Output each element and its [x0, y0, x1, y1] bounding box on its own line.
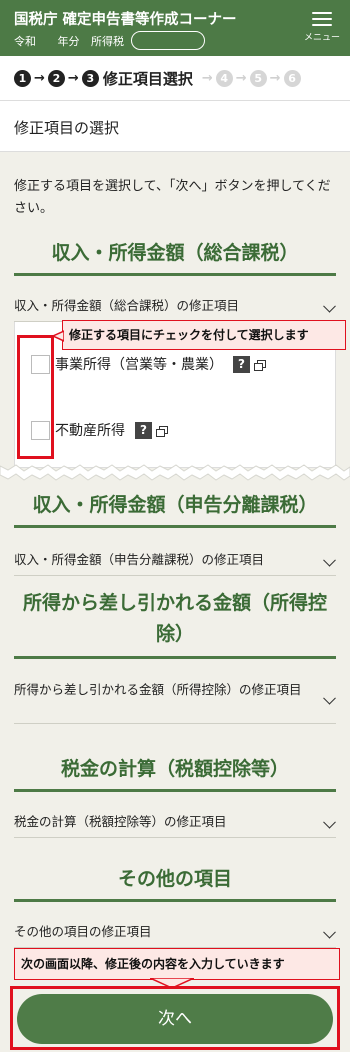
step-5: 5	[249, 69, 267, 87]
step-arrow: →	[34, 70, 45, 86]
accordion-tax-calculation[interactable]: 税金の計算（税額控除等）の修正項目	[14, 810, 336, 838]
step-6: 6	[283, 69, 301, 87]
menu-label: メニュー	[304, 33, 341, 43]
hamburger-icon	[312, 12, 332, 26]
step-2: 2	[47, 69, 65, 87]
current-step-label: 修正項目選択	[102, 69, 193, 88]
external-window-icon	[156, 425, 168, 437]
app-header: 国税庁 確定申告書等作成コーナー 令和 年分 所得税 メニュー	[0, 0, 350, 56]
next-tip-callout: 次の画面以降、修正後の内容を入力していきます	[14, 948, 340, 980]
callout-pointer-icon	[52, 330, 64, 342]
checkbox-highlight-box	[17, 335, 54, 459]
checkbox-tip-callout: 修正する項目にチェックを付して選択します	[62, 320, 346, 350]
checkbox-label: 事業所得（営業等・農業）	[55, 357, 223, 373]
tax-type: 所得税	[91, 35, 124, 48]
header-subline: 令和 年分 所得税	[14, 33, 132, 49]
accordion-label: 収入・所得金額（総合課税）の修正項目	[14, 298, 240, 313]
accordion-other-items[interactable]: その他の項目の修正項目	[14, 920, 336, 948]
year-suffix: 年分	[57, 35, 80, 48]
menu-button[interactable]: メニュー	[304, 12, 340, 43]
step-arrow: →	[67, 70, 79, 86]
step-arrow: →	[201, 70, 213, 86]
accordion-label: 所得から差し引かれる金額（所得控除）の修正項目	[14, 682, 302, 697]
year-field	[131, 31, 205, 50]
help-icon[interactable]: ?	[233, 355, 250, 373]
app-title: 国税庁 確定申告書等作成コーナー	[14, 12, 237, 28]
category-title-general-income: 収入・所得金額（総合課税）	[14, 240, 336, 276]
step-3: 3	[81, 69, 99, 87]
category-title-tax-calculation: 税金の計算（税額控除等）	[14, 756, 336, 792]
accordion-general-income[interactable]: 収入・所得金額（総合課税）の修正項目	[14, 294, 336, 322]
external-window-icon	[254, 359, 266, 371]
step-4: 4	[215, 69, 233, 87]
page-title: 修正項目の選択	[0, 100, 350, 152]
instruction-text: 修正する項目を選択して、「次へ」ボタンを押してください。	[14, 179, 331, 216]
category-title-income-deductions: 所得から差し引かれる金額（所得控除）	[14, 588, 336, 659]
accordion-label: 収入・所得金額（申告分離課税）の修正項目	[14, 552, 265, 567]
next-button-highlight-box	[10, 986, 340, 1050]
accordion-income-deductions[interactable]: 所得から差し引かれる金額（所得控除）の修正項目	[14, 676, 336, 724]
accordion-label: 税金の計算（税額控除等）の修正項目	[14, 814, 227, 829]
accordion-label: その他の項目の修正項目	[14, 924, 152, 939]
step-arrow: →	[235, 70, 247, 86]
torn-edge-divider	[0, 464, 350, 481]
category-title-separate-income: 収入・所得金額（申告分離課税）	[14, 492, 336, 528]
step-1: 1	[14, 69, 31, 87]
checkbox-label: 不動産所得	[55, 423, 125, 439]
help-icon[interactable]: ?	[135, 421, 152, 439]
step-indicator: 1 → 2 → 3 修正項目選択 → 4 → 5 → 6	[0, 56, 350, 100]
step-arrow: →	[269, 70, 281, 86]
checkbox-item-business-income[interactable]: 事業所得（営業等・農業） ?	[31, 354, 266, 374]
accordion-separate-income[interactable]: 収入・所得金額（申告分離課税）の修正項目	[14, 548, 336, 576]
era-label: 令和	[14, 35, 36, 48]
category-title-other-items: その他の項目	[14, 866, 336, 902]
